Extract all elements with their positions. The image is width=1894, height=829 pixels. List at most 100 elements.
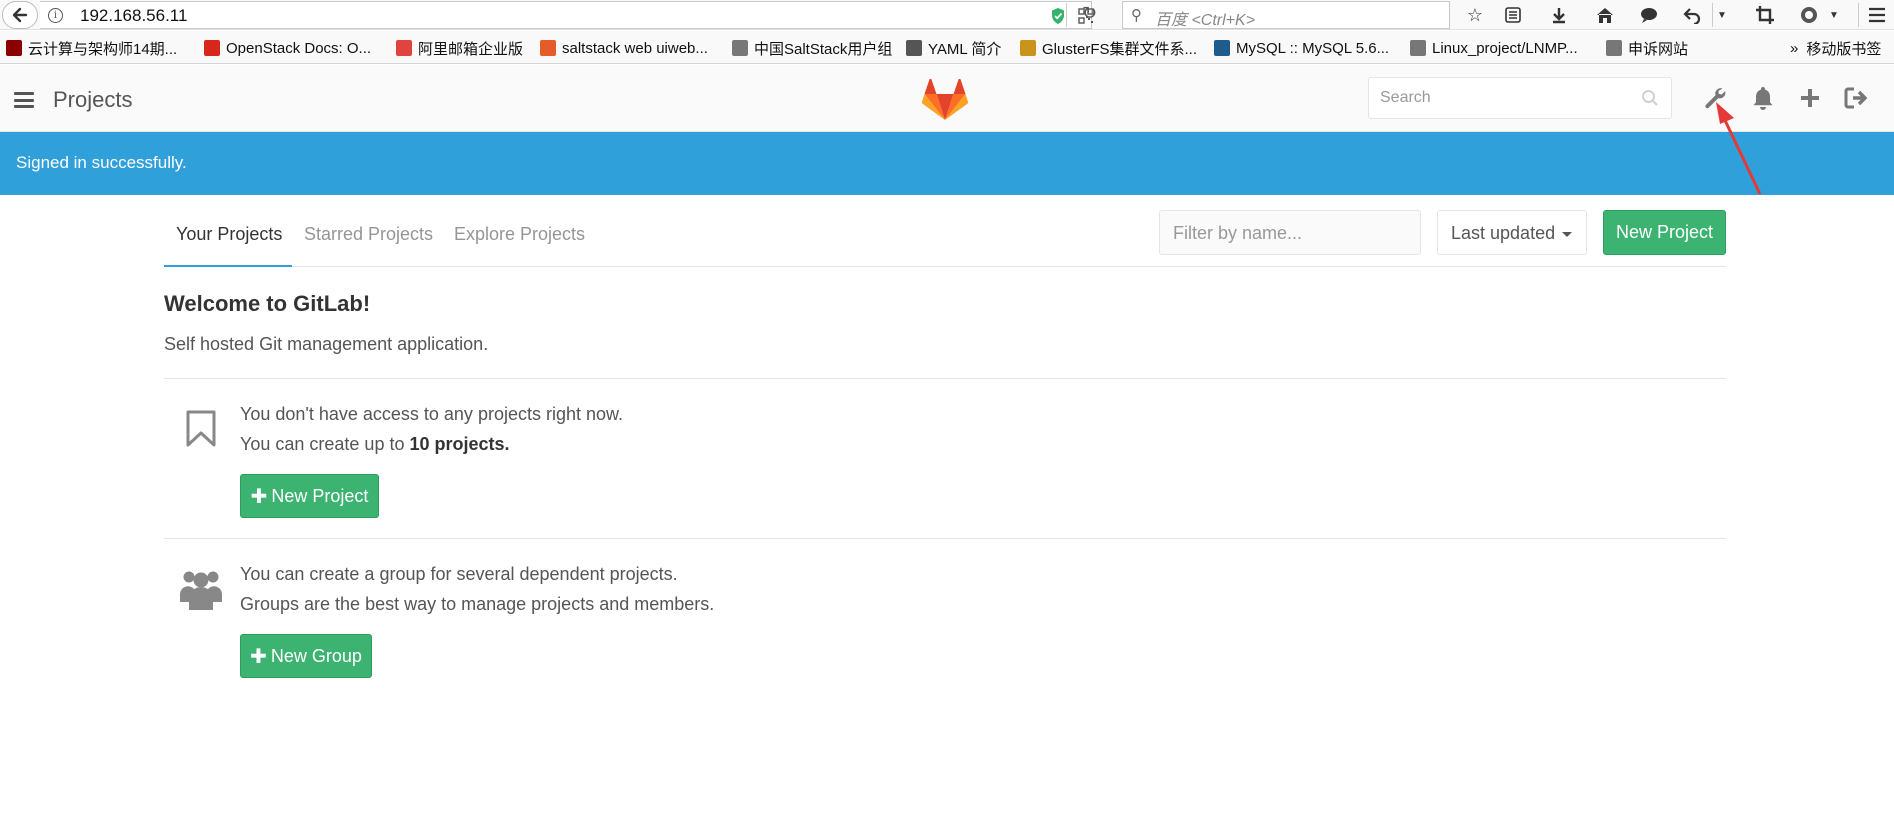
bookmark-favicon-icon <box>1020 40 1036 56</box>
browser-search-placeholder: 百度 <Ctrl+K> <box>1155 12 1256 29</box>
back-arrow-icon <box>12 7 28 23</box>
browser-search-box[interactable]: ⚲ 百度 <Ctrl+K> <box>1122 1 1450 29</box>
chat-icon[interactable] <box>1636 2 1662 28</box>
search-icon <box>1642 90 1658 106</box>
new-project-button[interactable]: New Project <box>1603 210 1726 255</box>
bookmark-star-icon[interactable]: ☆ <box>1462 2 1488 28</box>
tab-explore-projects[interactable]: Explore Projects <box>454 224 585 245</box>
bookmark-favicon-icon <box>1214 40 1230 56</box>
divider <box>1858 3 1859 27</box>
projects-limit-value: 10 projects. <box>409 434 510 454</box>
groups-line1: You can create a group for several depen… <box>240 564 678 584</box>
empty-state-new-project-label: New Project <box>271 485 369 506</box>
gitlab-logo-icon[interactable] <box>922 79 968 121</box>
new-group-label: New Group <box>270 645 362 666</box>
welcome-title: Welcome to GitLab! <box>164 291 371 316</box>
bookmark-label: OpenStack Docs: O... <box>226 39 372 57</box>
info-icon[interactable]: i <box>48 8 63 23</box>
mobile-bookmarks-label[interactable]: 移动版书签 <box>1806 38 1881 59</box>
new-project-label: New Project <box>1615 222 1714 242</box>
bookmark-label: Linux_project/LNMP... <box>1432 39 1578 57</box>
bookmark-label: 阿里邮箱企业版 <box>418 40 524 58</box>
bookmark-item[interactable]: 申诉网站 <box>1606 38 1688 58</box>
caret-down-icon <box>1562 232 1572 237</box>
download-icon[interactable] <box>1546 2 1572 28</box>
browser-toolbar: i 192.168.56.11 ↻ ⚲ 百度 <Ctrl+K> ☆ ▼ ▼ <box>0 0 1894 30</box>
bookmark-item[interactable]: OpenStack Docs: O... <box>204 38 371 58</box>
welcome-subtitle: Self hosted Git management application. <box>164 334 489 354</box>
bookmark-label: MySQL :: MySQL 5.6... <box>1236 39 1390 57</box>
filter-placeholder: Filter by name... <box>1173 223 1303 243</box>
groups-line2: Groups are the best way to manage projec… <box>240 594 715 614</box>
sort-label: Last updated <box>1451 223 1556 243</box>
gitlab-search-input[interactable]: Search <box>1368 77 1672 119</box>
bookmarks-overflow-button[interactable]: » 移动版书签 <box>1790 38 1881 58</box>
empty-state-new-project-button[interactable]: ✚ New Project <box>240 474 379 518</box>
translate-icon[interactable] <box>1796 2 1822 28</box>
bookmark-item[interactable]: Linux_project/LNMP... <box>1410 38 1578 58</box>
bookmarks-bar: 云计算与架构师14期... OpenStack Docs: O... 阿里邮箱企业版… <box>0 31 1894 64</box>
menu-icon[interactable] <box>1864 2 1890 28</box>
url-text: 192.168.56.11 <box>80 6 188 25</box>
address-bar[interactable]: i 192.168.56.11 <box>40 1 1094 29</box>
active-tab-indicator <box>164 265 292 267</box>
bookmark-favicon-icon <box>732 40 748 56</box>
bookmark-item[interactable]: GlusterFS集群文件系... <box>1020 38 1197 58</box>
dropdown-caret-icon[interactable]: ▼ <box>1826 2 1842 28</box>
new-item-plus-icon[interactable] <box>1797 85 1823 111</box>
bookmark-label: 申诉网站 <box>1628 40 1689 58</box>
divider <box>1712 3 1713 27</box>
bookmark-icon <box>186 410 216 447</box>
sidebar-toggle-icon[interactable] <box>14 92 34 108</box>
divider <box>164 538 1726 539</box>
flash-message: Signed in successfully. <box>16 153 187 172</box>
bookmark-favicon-icon <box>1606 40 1622 56</box>
tab-your-projects[interactable]: Your Projects <box>176 224 282 245</box>
users-group-icon <box>180 571 222 610</box>
plus-icon: ✚ <box>250 485 268 508</box>
bookmark-favicon-icon <box>1410 40 1426 56</box>
home-icon[interactable] <box>1592 2 1618 28</box>
projects-empty-line2: You can create up to 10 projects. <box>240 434 510 455</box>
crop-icon[interactable] <box>1752 2 1778 28</box>
reload-icon[interactable]: ↻ <box>1082 3 1097 24</box>
divider <box>1066 3 1067 27</box>
bookmark-item[interactable]: YAML 简介 <box>906 38 1001 58</box>
bookmark-label: 云计算与架构师14期... <box>28 40 178 58</box>
page-title: Projects <box>53 87 133 112</box>
plus-icon: ✚ <box>250 645 267 668</box>
new-group-button[interactable]: ✚ New Group <box>240 634 372 678</box>
projects-empty-line1: You don't have access to any projects ri… <box>240 404 624 424</box>
projects-limit-prefix: You can create up to <box>240 434 410 454</box>
search-icon: ⚲ <box>1131 7 1142 24</box>
back-button[interactable] <box>2 1 38 29</box>
bookmark-favicon-icon <box>204 40 220 56</box>
divider <box>164 378 1726 379</box>
bookmark-label: GlusterFS集群文件系... <box>1042 40 1198 58</box>
bookmark-favicon-icon <box>6 40 22 56</box>
shield-icon[interactable] <box>1050 7 1066 25</box>
gitlab-header: Projects Search <box>0 65 1894 132</box>
gitlab-search-placeholder: Search <box>1380 89 1431 106</box>
bookmark-label: YAML 简介 <box>928 40 1002 58</box>
flash-notice: Signed in successfully. <box>0 132 1894 195</box>
bookmark-favicon-icon <box>906 40 922 56</box>
undo-icon[interactable] <box>1680 2 1706 28</box>
bookmark-item[interactable]: 阿里邮箱企业版 <box>396 38 523 58</box>
bookmark-favicon-icon <box>540 40 556 56</box>
filter-by-name-input[interactable]: Filter by name... <box>1159 210 1421 255</box>
sort-dropdown[interactable]: Last updated <box>1437 210 1587 255</box>
bookmark-label: 中国SaltStack用户组 <box>754 40 893 58</box>
bookmark-label: saltstack web uiweb... <box>562 39 708 57</box>
bookmark-item[interactable]: MySQL :: MySQL 5.6... <box>1214 38 1389 58</box>
bookmark-item[interactable]: 云计算与架构师14期... <box>6 38 177 58</box>
bookmarks-overflow-label: » <box>1790 39 1799 57</box>
dropdown-caret-icon[interactable]: ▼ <box>1714 2 1730 28</box>
sign-out-icon[interactable] <box>1843 85 1869 111</box>
annotation-arrow-icon <box>1716 102 1762 195</box>
bookmark-item[interactable]: saltstack web uiweb... <box>540 38 708 58</box>
tab-starred-projects[interactable]: Starred Projects <box>304 224 433 245</box>
bookmark-item[interactable]: 中国SaltStack用户组 <box>732 38 892 58</box>
bookmark-favicon-icon <box>396 40 412 56</box>
reading-list-icon[interactable] <box>1500 2 1526 28</box>
